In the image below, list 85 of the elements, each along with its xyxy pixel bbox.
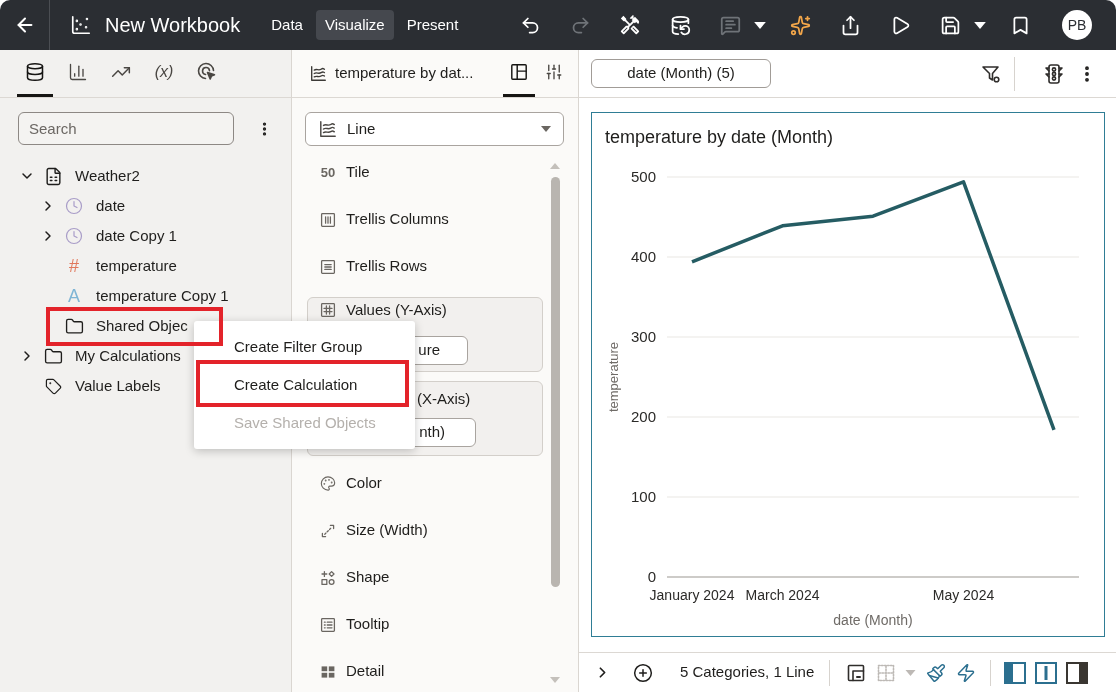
drop-zone-label: Values (Y-Axis) [346,301,447,319]
bar-chart-icon [68,62,88,82]
drop-target-label[interactable]: Size (Width) [346,519,428,542]
folder-icon [64,316,84,336]
chart-type-select[interactable]: Line [305,112,564,146]
save-icon [939,14,961,36]
axis-title: date (Month) [833,612,913,628]
workbook-title: New Workbook [105,13,241,38]
user-avatar[interactable]: PB [1062,10,1092,40]
tools-icon [619,14,641,36]
tile-glyph: 50 [320,166,336,179]
axis-tick-label: 500 [630,168,656,185]
axis-tick-label: January 2024 [649,587,735,603]
filter-chip[interactable]: date (Month) (5) [591,59,771,88]
axis-tick-label: 300 [630,328,656,345]
mode-tab[interactable]: Present [397,10,468,40]
rows-icon [320,258,336,275]
mode-tab[interactable]: Visualize [315,10,394,40]
chart-title: temperature by date (Month) [605,126,834,149]
drop-target-label[interactable]: Trellis Rows [346,255,428,278]
sliders-icon [545,63,563,81]
canvas-icon[interactable] [846,662,867,683]
left-panel-layout-icon[interactable] [1004,661,1027,684]
axis-tick-label: March 2024 [745,587,820,603]
axis-tick-label: May 2024 [932,587,995,603]
target-cursor-icon [197,62,217,82]
axis-tick-label: 400 [630,248,656,265]
axis-tick-label: 0 [647,568,656,585]
tree-item-label[interactable]: temperature [96,257,177,275]
blocks-icon [320,663,336,680]
drop-target-label[interactable]: Trellis Columns [346,208,449,231]
center-panel-layout-icon[interactable] [1035,661,1058,684]
drop-target-label[interactable]: Tile [346,161,370,184]
panels-icon [510,63,528,81]
visualization-title: temperature by dat... [335,63,474,84]
tree-item-label[interactable]: temperature Copy 1 [96,287,229,305]
attribute-glyph: A [68,287,80,305]
clock-icon [65,197,83,215]
drop-zone-label: (X-Axis) [417,390,471,408]
line-chart-icon [319,120,337,138]
tree-item-label[interactable]: Value Labels [75,377,161,395]
menu-item[interactable]: Create Filter Group [234,337,363,357]
tree-item-label[interactable]: date Copy 1 [96,227,177,245]
scrollbar-thumb[interactable] [550,177,560,587]
resize-arrow-icon [320,522,336,539]
right-panel-layout-icon[interactable] [1066,661,1089,684]
add-icon[interactable] [633,662,653,683]
tree-item-label[interactable]: My Calculations [75,347,181,365]
workbook-icon [70,14,92,36]
axis-tick-label: 100 [630,488,656,505]
clock-icon [65,227,83,245]
drop-target-label[interactable]: Color [346,472,382,495]
measure-glyph: # [69,257,79,275]
filter-settings-icon[interactable] [981,63,1001,84]
list-box-icon [320,616,336,633]
caret-icon[interactable] [541,126,551,132]
dropdown-caret-icon[interactable] [974,21,986,29]
line-chart-icon [310,65,327,82]
tree-item-label[interactable]: Shared Objec [96,317,188,335]
brush-icon[interactable] [926,662,947,683]
mode-tab[interactable]: Data [262,10,312,40]
drop-target-label[interactable]: Tooltip [346,613,390,636]
database-icon [25,62,45,82]
spreadsheet-file-icon [43,166,63,186]
tree-item-label[interactable]: Weather2 [75,167,140,185]
columns-icon [320,211,336,228]
axis-title: temperature [606,341,621,413]
panel-tab[interactable]: (x) [146,50,182,97]
menu-item[interactable]: Create Calculation [234,375,358,395]
folder-icon [43,346,63,366]
traffic-light-icon[interactable] [1043,62,1065,85]
tag-icon [44,377,62,395]
shapes-icon [320,569,336,586]
comment-icon [719,14,741,36]
database-refresh-icon [669,14,691,36]
drop-target-label[interactable]: Detail [346,660,385,683]
drop-target-label[interactable]: Shape [346,566,390,589]
palette-icon [320,475,336,492]
sparkle-icon [789,14,811,36]
lightning-icon[interactable] [956,662,977,683]
axis-tick-label: 200 [630,408,656,425]
hash-box-icon [320,302,336,318]
tree-item-label[interactable]: date [96,197,126,215]
status-summary: 5 Categories, 1 Line [680,662,815,683]
search-field[interactable]: Search [18,112,234,145]
